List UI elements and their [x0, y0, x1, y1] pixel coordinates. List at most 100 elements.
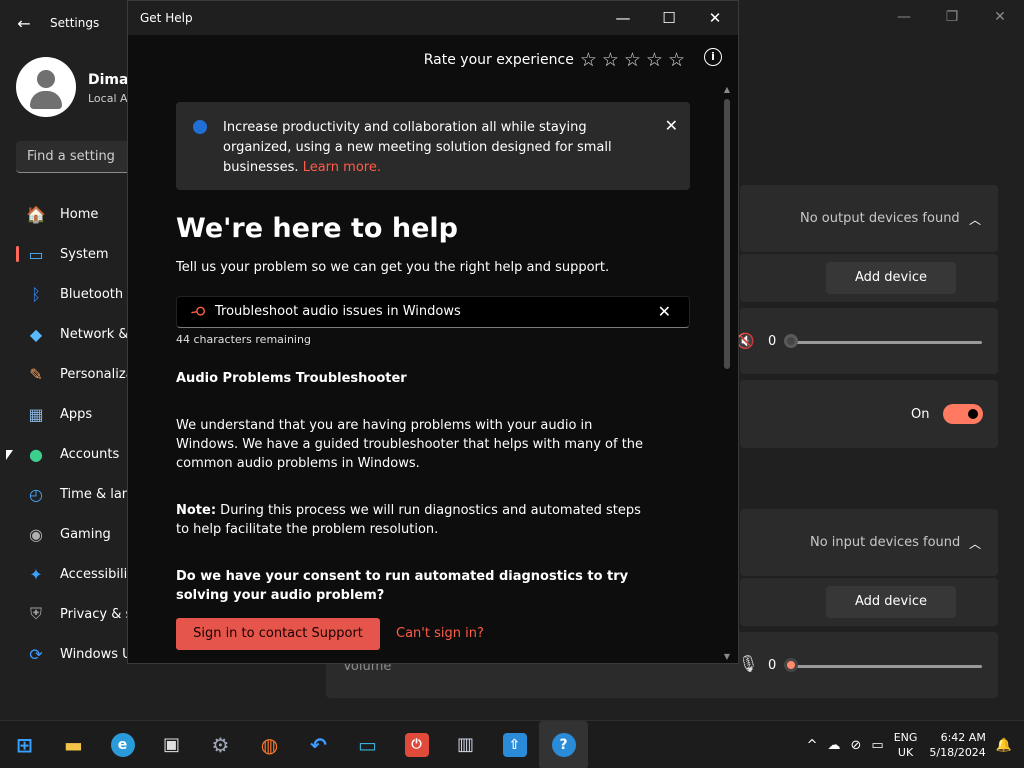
- settings-window-controls: — ❐ ✕: [880, 0, 1024, 34]
- taskbar-apps: ⊞ ▬ e ▣ ⚙ ◍ ↶ ▭ ⏻ ▥ ⇧ ?: [0, 721, 588, 768]
- output-volume-thumb[interactable]: [784, 334, 798, 348]
- nav-label: Gaming: [60, 526, 111, 542]
- nav-label: Windows U: [60, 646, 132, 662]
- add-input-device-button[interactable]: Add device: [826, 586, 956, 618]
- language-indicator[interactable]: ENG UK: [894, 730, 918, 760]
- result-paragraph: We understand that you are having proble…: [176, 418, 644, 471]
- output-volume-card: 🔇 0: [736, 308, 998, 374]
- display-icon[interactable]: ▭: [871, 738, 883, 753]
- scrollbar-thumb[interactable]: [724, 99, 730, 369]
- store-icon: ▣: [162, 734, 180, 755]
- close-icon[interactable]: ✕: [976, 0, 1024, 34]
- power-icon: ⏻: [404, 733, 429, 757]
- nav-label: Personaliza: [60, 366, 134, 382]
- nav-label: Apps: [60, 406, 93, 422]
- consent-question: Do we have your consent to run automated…: [176, 569, 629, 603]
- mouse-cursor-icon: [6, 450, 20, 460]
- get-help-icon: ?: [551, 733, 576, 757]
- network-icon[interactable]: ⊘: [851, 738, 862, 753]
- minimize-icon[interactable]: —: [600, 1, 646, 35]
- chevron-up-icon[interactable]: ︿: [969, 535, 981, 552]
- page-title: We're here to help: [176, 213, 458, 244]
- nav-label: System: [60, 246, 109, 262]
- microphone-icon[interactable]: 🎙: [738, 654, 758, 673]
- home-icon: 🏠: [26, 204, 46, 224]
- info-icon[interactable]: i: [704, 48, 722, 66]
- output-devices-card[interactable]: No output devices found ︿: [740, 185, 998, 252]
- taskbar-file-explorer[interactable]: ▬: [49, 721, 98, 768]
- start-button[interactable]: ⊞: [0, 721, 49, 768]
- taskbar-display-app[interactable]: ▭: [343, 721, 392, 768]
- add-output-device-button[interactable]: Add device: [826, 262, 956, 294]
- apps-icon: ▦: [28, 404, 44, 424]
- chevron-up-icon[interactable]: ^: [807, 738, 818, 753]
- gamepad-icon: ◉: [29, 524, 43, 544]
- system-tray: ^ ☁ ⊘ ▭ ENG UK 6:42 AM 5/18/2024 🔔: [807, 721, 1016, 768]
- profile[interactable]: Dimas Local A: [16, 57, 137, 117]
- input-volume-slider[interactable]: [790, 665, 982, 668]
- nav-label: Home: [60, 206, 99, 222]
- rate-label: Rate your experience: [423, 52, 574, 68]
- get-help-window-controls: — ☐ ✕: [600, 1, 738, 35]
- back-arrow-icon[interactable]: ←: [14, 14, 34, 34]
- cant-sign-in-link[interactable]: Can't sign in?: [396, 626, 484, 641]
- accessibility-icon: ✦: [29, 564, 43, 584]
- taskbar-firefox[interactable]: ◍: [245, 721, 294, 768]
- language-code: ENG: [893, 731, 918, 744]
- folder-icon: ▬: [64, 733, 83, 757]
- windows-logo-icon: ⊞: [16, 733, 33, 757]
- nav-label: Time & lan: [60, 486, 131, 502]
- toggle-card: On: [740, 380, 998, 448]
- output-add-card: Add device: [740, 254, 998, 302]
- clear-search-icon[interactable]: ✕: [658, 302, 671, 321]
- firefox-icon: ◍: [260, 733, 279, 757]
- setting-toggle[interactable]: [943, 404, 983, 424]
- problem-search-input[interactable]: ⚲ Troubleshoot audio issues in Windows ✕: [176, 296, 690, 328]
- chevron-up-icon[interactable]: ︿: [969, 211, 981, 228]
- minimize-icon[interactable]: —: [880, 0, 928, 34]
- taskbar-undo-app[interactable]: ↶: [294, 721, 343, 768]
- restore-icon[interactable]: ❐: [928, 0, 976, 34]
- scroll-down-arrow-icon[interactable]: ▼: [722, 652, 732, 661]
- search-value: Troubleshoot audio issues in Windows: [215, 304, 461, 319]
- input-volume-thumb[interactable]: [784, 658, 798, 672]
- rate-experience: Rate your experience ☆☆☆☆☆: [424, 49, 690, 71]
- taskbar-store[interactable]: ▣: [147, 721, 196, 768]
- search-icon: ⚲: [188, 304, 210, 319]
- characters-remaining: 44 characters remaining: [176, 333, 311, 346]
- nav-label: Privacy & s: [60, 606, 133, 622]
- cloud-icon[interactable]: ☁: [828, 738, 841, 753]
- banner-close-icon[interactable]: ✕: [665, 116, 678, 135]
- taskbar-get-help[interactable]: ?: [539, 721, 588, 768]
- note-label: Note:: [176, 503, 217, 518]
- scrollbar[interactable]: ▲ ▼: [722, 85, 732, 661]
- note-paragraph: Note: During this process we will run di…: [176, 501, 646, 539]
- page-subtitle: Tell us your problem so we can get you t…: [176, 260, 610, 275]
- update-icon: ⟳: [29, 644, 43, 664]
- sign-in-support-button[interactable]: Sign in to contact Support: [176, 618, 380, 650]
- star-rating-icons[interactable]: ☆☆☆☆☆: [580, 49, 690, 71]
- taskbar-book-app[interactable]: ▥: [441, 721, 490, 768]
- output-volume-slider[interactable]: [790, 341, 982, 344]
- input-add-card: Add device: [740, 578, 998, 626]
- avatar: [16, 57, 76, 117]
- taskbar-tool-app[interactable]: ⇧: [490, 721, 539, 768]
- notification-bell-icon[interactable]: 🔔: [996, 738, 1012, 753]
- taskbar: ⊞ ▬ e ▣ ⚙ ◍ ↶ ▭ ⏻ ▥ ⇧ ? ^ ☁ ⊘ ▭ ENG UK 6…: [0, 720, 1024, 768]
- banner-message: Increase productivity and collaboration …: [223, 120, 612, 175]
- clock[interactable]: 6:42 AM 5/18/2024: [929, 730, 985, 760]
- taskbar-settings[interactable]: ⚙: [196, 721, 245, 768]
- avatar-body-icon: [30, 91, 62, 109]
- learn-more-link[interactable]: Learn more.: [303, 160, 381, 175]
- input-devices-card[interactable]: No input devices found ︿: [740, 509, 998, 576]
- get-help-title: Get Help: [140, 11, 193, 25]
- taskbar-edge[interactable]: e: [98, 721, 147, 768]
- teams-icon: [193, 120, 207, 134]
- get-help-titlebar[interactable]: Get Help — ☐ ✕: [128, 1, 738, 35]
- maximize-icon[interactable]: ☐: [646, 1, 692, 35]
- profile-account-type: Local A: [88, 92, 128, 105]
- taskbar-power-app[interactable]: ⏻: [392, 721, 441, 768]
- scroll-up-arrow-icon[interactable]: ▲: [722, 85, 732, 94]
- close-icon[interactable]: ✕: [692, 1, 738, 35]
- wifi-icon: ◆: [29, 324, 43, 344]
